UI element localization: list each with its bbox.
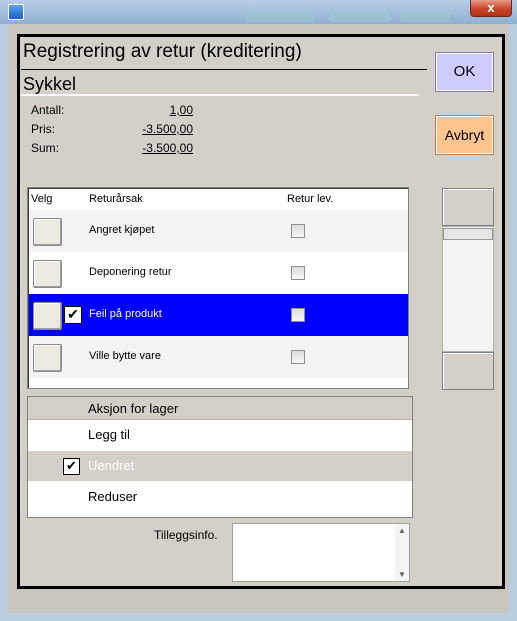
returned-checkbox[interactable] — [291, 224, 305, 238]
additional-info-textarea[interactable]: ▲ ▼ — [232, 523, 410, 582]
reason-label: Angret kjøpet — [89, 224, 155, 236]
column-header-select: Velg — [31, 193, 53, 205]
scroll-down-button[interactable] — [442, 352, 494, 390]
row-check-icon: ✔ — [64, 306, 82, 324]
app-icon — [8, 4, 24, 20]
scroll-thumb[interactable] — [443, 228, 493, 240]
title-bar-blur — [245, 10, 315, 22]
window-close-button[interactable]: x — [470, 0, 512, 17]
table-row[interactable]: Deponering retur — [29, 252, 408, 294]
returned-checkbox[interactable] — [291, 266, 305, 280]
returned-checkbox[interactable] — [291, 350, 305, 364]
return-reason-table: Velg Returårsak Retur lev. Angret kjøpet… — [27, 187, 409, 389]
textarea-scrollbar[interactable]: ▲ ▼ — [395, 524, 409, 581]
reason-label: Feil på produkt — [89, 308, 162, 320]
scroll-down-arrow-icon[interactable]: ▼ — [398, 570, 406, 579]
row-select-button[interactable] — [33, 218, 62, 246]
additional-info-label: Tilleggsinfo. — [154, 528, 218, 542]
stock-action-header-label: Aksjon for lager — [88, 401, 179, 416]
scroll-up-button[interactable] — [442, 188, 494, 226]
action-label: Reduser — [88, 489, 138, 504]
stock-action-header: Aksjon for lager — [28, 397, 412, 420]
title-divider — [21, 69, 427, 70]
column-header-returned: Retur lev. — [287, 193, 334, 205]
sum-value: -3.500,00 — [142, 141, 193, 155]
ok-button[interactable]: OK — [435, 52, 494, 92]
sum-label: Sum: — [31, 141, 60, 155]
scroll-up-arrow-icon[interactable]: ▲ — [398, 526, 406, 535]
title-bar-blur — [330, 10, 390, 22]
list-item[interactable]: Reduser — [28, 482, 412, 512]
returned-checkbox[interactable] — [291, 308, 305, 322]
product-name: Sykkel — [23, 74, 77, 94]
row-select-button[interactable] — [33, 302, 62, 330]
quantity-value: 1,00 — [169, 103, 193, 117]
table-row-selected[interactable]: ✔ Feil på produkt — [29, 294, 408, 336]
action-label: Uendret — [88, 458, 135, 473]
scroll-track[interactable] — [442, 226, 494, 352]
reason-label: Deponering retur — [89, 266, 172, 278]
action-label: Legg til — [88, 427, 130, 442]
cancel-button[interactable]: Avbryt — [435, 115, 494, 155]
list-item[interactable]: Legg til — [28, 420, 412, 450]
row-select-button[interactable] — [33, 344, 62, 372]
column-header-reason: Returårsak — [89, 193, 143, 205]
title-bar — [0, 0, 517, 24]
title-bar-blur — [400, 10, 450, 22]
price-value: -3.500,00 — [142, 122, 193, 136]
table-row[interactable]: Angret kjøpet — [29, 210, 408, 252]
dialog-title: Registrering av retur (kreditering) — [23, 41, 302, 62]
quantity-label: Antall: — [31, 103, 65, 117]
price-label: Pris: — [31, 122, 55, 136]
list-item-selected[interactable]: ✔ Uendret — [28, 451, 412, 481]
action-check-icon: ✔ — [63, 458, 80, 475]
reason-label: Ville bytte vare — [89, 350, 161, 362]
row-select-button[interactable] — [33, 260, 62, 288]
stock-action-list: Aksjon for lager Legg til ✔ Uendret Redu… — [27, 396, 413, 518]
table-row[interactable]: Ville bytte vare — [29, 336, 408, 378]
product-divider — [21, 94, 419, 96]
